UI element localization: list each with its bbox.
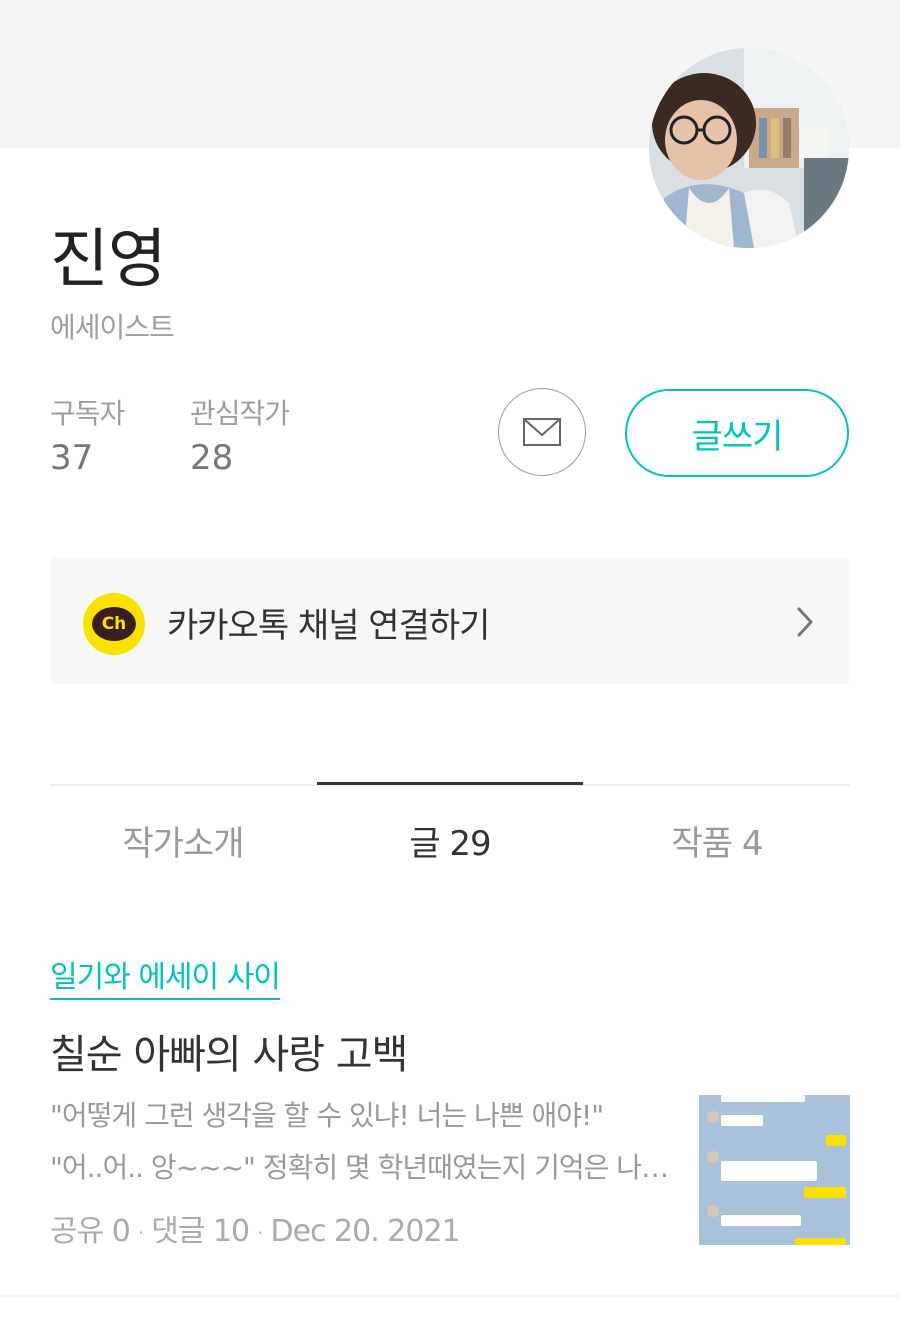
- subscribers-count: 37: [50, 438, 94, 478]
- post-excerpt[interactable]: "어떻게 그런 생각을 할 수 있냐! 너는 나쁜 애야!" "어..어.. 앙…: [50, 1090, 670, 1194]
- kakao-channel-label: 카카오톡 채널 연결하기: [167, 606, 490, 646]
- kakao-logo-text: Ch: [92, 607, 136, 641]
- comment-count: 댓글 10: [151, 1214, 250, 1249]
- chevron-right-icon: [797, 607, 813, 637]
- author-name: 진영: [50, 223, 167, 297]
- post-category-link[interactable]: 일기와 에세이 사이: [50, 952, 281, 1000]
- message-button[interactable]: [498, 388, 586, 476]
- profile-avatar[interactable]: [649, 48, 849, 248]
- subscribers-stat[interactable]: 구독자 37: [50, 392, 125, 478]
- post-excerpt-line: "어..어.. 앙~~~" 정확히 몇 학년때였는지 기억은 나지 않는다.: [50, 1151, 670, 1184]
- post-excerpt-line: "어떻게 그런 생각을 할 수 있냐! 너는 나쁜 애야!": [50, 1099, 604, 1132]
- post-date: Dec 20. 2021: [270, 1214, 460, 1249]
- separator-dot: ·: [137, 1220, 144, 1245]
- following-stat[interactable]: 관심작가 28: [190, 392, 290, 478]
- tab-works[interactable]: 작품 4: [584, 816, 850, 865]
- post-title[interactable]: 칠순 아빠의 사랑 고백: [50, 1022, 408, 1080]
- kakao-channel-link[interactable]: Ch 카카오톡 채널 연결하기: [50, 558, 850, 684]
- separator-dot: ·: [257, 1220, 263, 1245]
- tab-posts[interactable]: 글 29: [317, 816, 583, 865]
- write-button[interactable]: 글쓰기: [625, 389, 849, 477]
- post-meta: 공유 0 · 댓글 10 · Dec 20. 2021: [50, 1206, 461, 1250]
- subscribers-label: 구독자: [50, 397, 125, 430]
- post-thumbnail[interactable]: [699, 1095, 850, 1245]
- mail-icon: [523, 418, 561, 446]
- share-count: 공유 0: [50, 1214, 131, 1249]
- tab-author-intro[interactable]: 작가소개: [50, 816, 316, 865]
- following-count: 28: [190, 438, 234, 478]
- kakao-channel-icon: Ch: [83, 593, 145, 655]
- following-label: 관심작가: [190, 397, 290, 430]
- avatar-photo: [649, 48, 849, 248]
- author-role: 에세이스트: [50, 311, 175, 344]
- list-divider: [0, 1295, 900, 1297]
- chat-screenshot-image: [699, 1095, 850, 1245]
- tab-active-indicator: [317, 782, 583, 785]
